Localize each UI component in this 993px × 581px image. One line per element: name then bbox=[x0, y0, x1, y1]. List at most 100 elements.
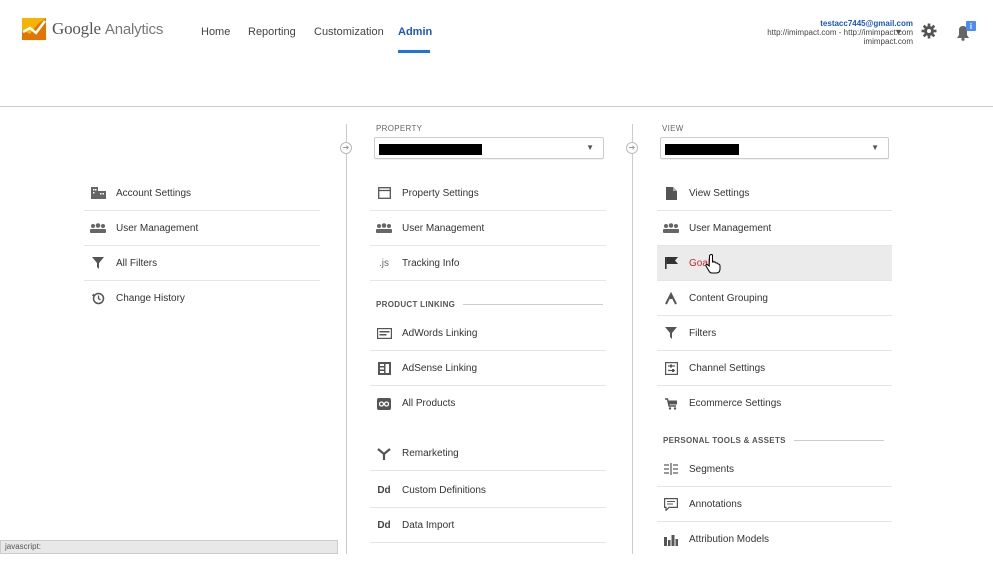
remarketing-label: Remarketing bbox=[402, 447, 459, 459]
account-selector[interactable]: testacc7445@gmail.com http://imimpact.co… bbox=[767, 19, 913, 46]
analytics-logo-icon bbox=[22, 18, 46, 40]
all-filters-label: All Filters bbox=[116, 257, 158, 269]
custom-definitions-item[interactable]: Dd Custom Definitions bbox=[370, 473, 606, 508]
svg-text:i: i bbox=[970, 22, 972, 31]
account-user-management-item[interactable]: User Management bbox=[84, 211, 320, 246]
attribution-models-item[interactable]: Attribution Models bbox=[657, 522, 892, 557]
adsense-icon bbox=[376, 361, 392, 375]
personal-tools-label: PERSONAL TOOLS & ASSETS bbox=[663, 436, 786, 445]
property-user-management-label: User Management bbox=[402, 222, 485, 234]
adwords-linking-item[interactable]: AdWords Linking bbox=[370, 316, 606, 351]
view-select[interactable]: ▼ bbox=[660, 137, 889, 159]
segments-label: Segments bbox=[689, 463, 735, 475]
gear-icon[interactable] bbox=[921, 23, 937, 39]
account-property-line: http://imimpact.com - http://imimpact.co… bbox=[767, 28, 913, 37]
filters-label: Filters bbox=[689, 327, 717, 339]
data-import-label: Data Import bbox=[402, 519, 455, 531]
attribution-models-label: Attribution Models bbox=[689, 534, 770, 545]
data-import-item[interactable]: Dd Data Import bbox=[370, 508, 606, 543]
users-icon bbox=[376, 221, 392, 235]
tracking-info-item[interactable]: .js Tracking Info bbox=[370, 246, 606, 281]
history-icon bbox=[90, 292, 106, 306]
nav-customization[interactable]: Customization bbox=[314, 26, 384, 38]
segments-item[interactable]: Segments bbox=[657, 452, 892, 487]
adsense-linking-label: AdSense Linking bbox=[402, 362, 478, 374]
logo-analytics-text: Analytics bbox=[104, 21, 164, 38]
channel-settings-item[interactable]: Channel Settings bbox=[657, 351, 892, 386]
filter-icon bbox=[663, 326, 679, 340]
browser-status-bar: javascript: bbox=[0, 540, 338, 554]
products-icon bbox=[376, 397, 392, 411]
flag-icon bbox=[663, 256, 679, 270]
annotation-icon bbox=[663, 497, 679, 511]
active-nav-indicator bbox=[398, 50, 430, 53]
ga-logo[interactable]: Google Analytics bbox=[22, 18, 163, 40]
hand-pointer-cursor-icon bbox=[705, 254, 721, 274]
all-products-item[interactable]: All Products bbox=[370, 386, 606, 421]
top-header: Google Analytics Home Reporting Customiz… bbox=[0, 0, 993, 62]
nav-home[interactable]: Home bbox=[201, 26, 230, 38]
grouping-icon bbox=[663, 291, 679, 305]
view-user-management-label: User Management bbox=[689, 222, 772, 234]
all-products-label: All Products bbox=[402, 398, 456, 409]
account-settings-label: Account Settings bbox=[116, 187, 192, 199]
adsense-linking-item[interactable]: AdSense Linking bbox=[370, 351, 606, 386]
channel-icon bbox=[663, 361, 679, 375]
property-user-management-item[interactable]: User Management bbox=[370, 211, 606, 246]
notifications-bell-icon[interactable]: i bbox=[954, 21, 976, 41]
content-grouping-label: Content Grouping bbox=[689, 292, 768, 304]
change-history-label: Change History bbox=[116, 293, 185, 304]
column-divider-right bbox=[632, 124, 633, 554]
building-icon bbox=[90, 186, 106, 200]
remarketing-icon bbox=[376, 446, 392, 460]
view-user-management-item[interactable]: User Management bbox=[657, 211, 892, 246]
adwords-icon bbox=[376, 326, 392, 340]
page-footer-area bbox=[0, 554, 993, 581]
chevron-down-icon: ▼ bbox=[586, 143, 594, 152]
property-settings-item[interactable]: Property Settings bbox=[370, 176, 606, 211]
product-linking-label: PRODUCT LINKING bbox=[376, 300, 456, 309]
redacted-view-name bbox=[665, 144, 739, 155]
all-filters-item[interactable]: All Filters bbox=[84, 246, 320, 281]
tracking-info-label: Tracking Info bbox=[402, 257, 460, 269]
js-icon: .js bbox=[379, 257, 389, 269]
personal-tools-heading: PERSONAL TOOLS & ASSETS bbox=[663, 436, 891, 445]
view-settings-label: View Settings bbox=[689, 187, 750, 199]
content-grouping-item[interactable]: Content Grouping bbox=[657, 281, 892, 316]
filter-icon bbox=[90, 256, 106, 270]
view-settings-item[interactable]: View Settings bbox=[657, 176, 892, 211]
users-icon bbox=[90, 221, 106, 235]
document-icon bbox=[663, 186, 679, 200]
users-icon bbox=[663, 221, 679, 235]
property-select[interactable]: ▼ bbox=[374, 137, 604, 159]
adwords-linking-label: AdWords Linking bbox=[402, 327, 478, 339]
dd-icon: Dd bbox=[377, 484, 391, 496]
ecommerce-settings-item[interactable]: Ecommerce Settings bbox=[657, 386, 892, 421]
channel-settings-label: Channel Settings bbox=[689, 362, 766, 374]
logo-google-text: Google bbox=[52, 19, 101, 38]
nav-reporting[interactable]: Reporting bbox=[248, 26, 296, 38]
remarketing-item[interactable]: Remarketing bbox=[370, 436, 606, 471]
account-dropdown-caret-icon[interactable]: ▼ bbox=[894, 27, 903, 37]
subheader-band bbox=[0, 62, 993, 107]
window-icon bbox=[376, 186, 392, 200]
account-settings-item[interactable]: Account Settings bbox=[84, 176, 320, 211]
property-settings-label: Property Settings bbox=[402, 187, 479, 199]
arrow-right-icon: ➔ bbox=[626, 142, 638, 154]
annotations-label: Annotations bbox=[689, 498, 742, 510]
view-column-label: VIEW bbox=[662, 124, 684, 133]
chevron-down-icon: ▼ bbox=[871, 143, 879, 152]
change-history-item[interactable]: Change History bbox=[84, 281, 320, 316]
arrow-right-icon: ➔ bbox=[340, 142, 352, 154]
goals-item[interactable]: Goals bbox=[657, 246, 892, 281]
annotations-item[interactable]: Annotations bbox=[657, 487, 892, 522]
redacted-property-name bbox=[379, 144, 482, 155]
account-email: testacc7445@gmail.com bbox=[820, 19, 913, 28]
ecommerce-settings-label: Ecommerce Settings bbox=[689, 398, 782, 409]
nav-admin[interactable]: Admin bbox=[398, 26, 432, 38]
account-view-line: imimpact.com bbox=[863, 37, 913, 46]
attribution-icon bbox=[663, 533, 679, 547]
custom-definitions-label: Custom Definitions bbox=[402, 484, 486, 496]
filters-item[interactable]: Filters bbox=[657, 316, 892, 351]
column-divider-left bbox=[346, 124, 347, 554]
